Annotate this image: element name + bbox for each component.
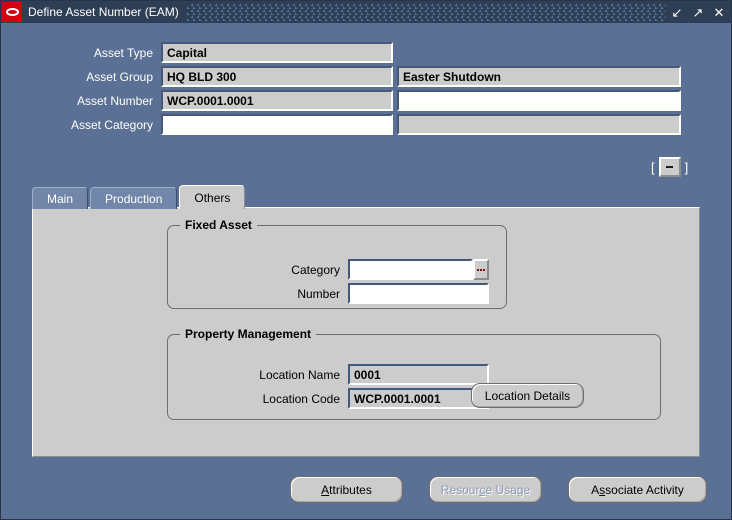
asset-type-label: Asset Type [93,45,153,60]
asset-number-label: Asset Number [76,93,153,108]
location-name-field[interactable]: 0001 [348,364,489,385]
form-row-asset-type: Asset Type Capital [1,41,731,64]
asset-category-label: Asset Category [70,117,153,132]
maximize-icon[interactable]: ↗ [691,6,705,19]
attributes-button-label: Attributes [321,482,372,497]
asset-category-description-field[interactable] [397,114,681,135]
attributes-button[interactable]: Attributes [290,476,403,503]
asset-number-description-field[interactable] [397,90,681,111]
fixed-asset-category-lov-icon[interactable] [473,259,489,280]
location-code-row: Location Code WCP.0001.0001 [168,387,489,410]
flexfield-open-bracket: [ [651,159,655,175]
property-management-group: Property Management Location Name 0001 L… [167,327,661,420]
minimize-icon[interactable]: ↙ [670,6,684,19]
tab-main[interactable]: Main [32,187,89,209]
associate-activity-button[interactable]: Associate Activity [568,476,707,503]
asset-category-field[interactable] [161,114,393,135]
location-name-label: Location Name [259,367,340,382]
title-bar-texture [186,3,666,21]
fixed-asset-group-title: Fixed Asset [180,218,257,232]
asset-group-description-field[interactable]: Easter Shutdown [397,66,681,87]
oracle-logo-icon [2,2,22,22]
window-controls: ↙ ↗ ✕ [670,6,731,19]
close-icon[interactable]: ✕ [712,6,726,19]
fixed-asset-category-label: Category [291,262,340,277]
window-title: Define Asset Number (EAM) [28,5,179,19]
tab-strip: Main Production Others [32,185,247,209]
asset-group-field[interactable]: HQ BLD 300 [161,66,393,87]
form-row-asset-number: Asset Number WCP.0001.0001 [1,89,731,112]
asset-number-field[interactable]: WCP.0001.0001 [161,90,393,111]
descriptive-flexfield: [ ] [651,157,688,177]
tab-others[interactable]: Others [179,185,246,209]
location-name-row: Location Name 0001 [168,363,489,386]
tab-panel-others: Fixed Asset Category Number Property Man… [32,207,700,457]
property-management-group-title: Property Management [180,327,317,341]
tab-production[interactable]: Production [90,187,178,209]
oracle-logo-ring [5,8,19,16]
title-bar[interactable]: Define Asset Number (EAM) ↙ ↗ ✕ [1,1,731,23]
flexfield-dash-icon [666,166,674,168]
fixed-asset-group: Fixed Asset Category Number [167,218,507,309]
header-form: Asset Type Capital Asset Group HQ BLD 30… [1,41,731,137]
flexfield-button[interactable] [658,157,681,177]
asset-group-label: Asset Group [86,69,153,84]
resource-usage-button: Resource Usage [429,476,542,503]
asset-type-field[interactable]: Capital [161,42,393,63]
location-code-field[interactable]: WCP.0001.0001 [348,388,489,409]
resource-usage-button-label: Resource Usage [440,482,531,497]
fixed-asset-category-row: Category [168,258,489,281]
associate-activity-button-label: Associate Activity [591,482,684,497]
form-row-asset-category: Asset Category [1,113,731,136]
fixed-asset-number-row: Number [168,282,489,305]
fixed-asset-number-field[interactable] [348,283,489,304]
flexfield-close-bracket: ] [684,159,689,175]
form-row-asset-group: Asset Group HQ BLD 300 Easter Shutdown [1,65,731,88]
footer-button-bar: Attributes Resource Usage Associate Acti… [290,476,707,503]
fixed-asset-number-label: Number [297,286,340,301]
location-code-label: Location Code [262,391,340,406]
application-window: Define Asset Number (EAM) ↙ ↗ ✕ Asset Ty… [0,0,732,520]
fixed-asset-category-field[interactable] [348,259,473,280]
location-details-button[interactable]: Location Details [471,383,584,408]
